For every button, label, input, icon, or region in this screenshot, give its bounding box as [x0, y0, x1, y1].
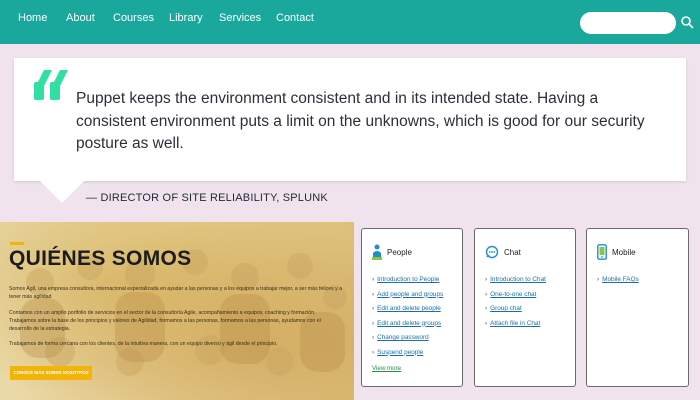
help-card-mobile: Mobile › Mobile FAQs [586, 228, 689, 387]
link-list: › Mobile FAQs [597, 273, 639, 288]
testimonial-tail [40, 181, 84, 203]
card-header: Mobile [597, 243, 636, 261]
about-paragraph: Somos Agil, una empresa consultora, inte… [9, 286, 343, 300]
nav-item-courses[interactable]: Courses [113, 12, 154, 24]
list-item[interactable]: › Edit and delete groups [372, 317, 443, 332]
nav-item-services[interactable]: Services [219, 12, 261, 24]
list-item[interactable]: › Group chat [485, 302, 546, 317]
card-header: People [372, 243, 412, 261]
link-list: › Introduction to People › Add people and … [372, 273, 443, 360]
mobile-icon [597, 244, 607, 260]
quote-mark-icon [34, 70, 68, 100]
help-card-chat: Chat › Introduction to Chat › One-to-one c… [474, 228, 576, 387]
about-paragraph: Contamos con un amplio portfolio de serv… [9, 310, 321, 332]
list-item[interactable]: › Edit and delete people [372, 302, 443, 317]
nav-item-about[interactable]: About [66, 12, 95, 24]
about-title: QUIÉNES SOMOS [9, 247, 192, 270]
card-title: Mobile [612, 247, 636, 257]
search-icon[interactable] [680, 15, 694, 29]
testimonial-attribution: — DIRECTOR OF SITE RELIABILITY, SPLUNK [86, 192, 328, 204]
list-item[interactable]: › Change password [372, 331, 443, 346]
view-more-link[interactable]: View more [372, 365, 401, 372]
list-item[interactable]: › Suspend people [372, 346, 443, 361]
search-input[interactable] [580, 12, 676, 34]
testimonial-text: Puppet keeps the environment consistent … [76, 90, 645, 152]
title-accent-bar [10, 242, 24, 245]
list-item[interactable]: › Attach file in Chat [485, 317, 546, 332]
list-item[interactable]: › Add people and groups [372, 288, 443, 303]
chat-icon [485, 245, 499, 259]
list-item[interactable]: › Mobile FAQs [597, 273, 639, 288]
about-paragraph: Trabajamos de forma cercana con los clie… [9, 341, 278, 347]
card-header: Chat [485, 243, 521, 261]
nav-item-home[interactable]: Home [18, 12, 47, 24]
list-item[interactable]: › Introduction to People [372, 273, 443, 288]
card-title: Chat [504, 247, 521, 257]
list-item[interactable]: › One-to-one chat [485, 288, 546, 303]
learn-more-button[interactable]: CONOCE MÁS SOBRE NOSOTROS [10, 366, 92, 380]
help-card-people: People › Introduction to People › Add peop… [361, 228, 463, 387]
card-title: People [387, 247, 412, 257]
nav-item-contact[interactable]: Contact [276, 12, 314, 24]
people-icon [372, 244, 382, 260]
link-list: › Introduction to Chat › One-to-one chat ›… [485, 273, 546, 331]
nav-item-library[interactable]: Library [169, 12, 203, 24]
list-item[interactable]: › Introduction to Chat [485, 273, 546, 288]
top-nav: Home About Courses Library Services Cont… [0, 0, 700, 44]
